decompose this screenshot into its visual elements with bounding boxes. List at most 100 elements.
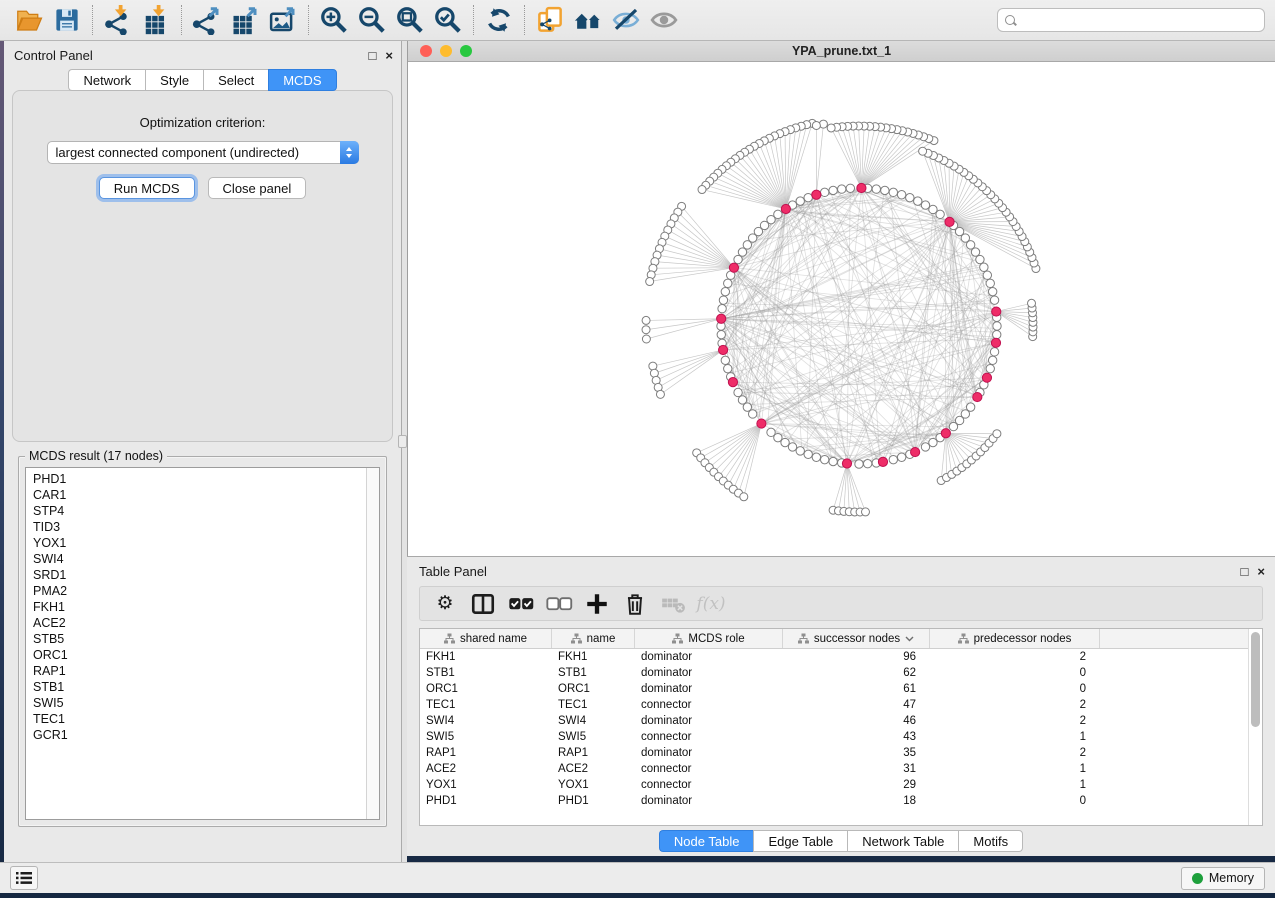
tab-network[interactable]: Network bbox=[68, 69, 145, 91]
tab-style[interactable]: Style bbox=[145, 69, 203, 91]
table-scrollbar-thumb[interactable] bbox=[1251, 632, 1260, 727]
table-cell: dominator bbox=[635, 649, 783, 665]
column-header-shared-name[interactable]: shared name bbox=[420, 629, 552, 648]
optimization-criterion-dropdown[interactable]: largest connected component (undirected) bbox=[47, 141, 359, 164]
splitter-handle-icon[interactable] bbox=[398, 435, 407, 448]
select-all-icon[interactable] bbox=[504, 589, 538, 619]
mcds-result-item[interactable]: FKH1 bbox=[33, 599, 366, 615]
table-cell: 0 bbox=[930, 665, 1100, 681]
mcds-result-item[interactable]: CAR1 bbox=[33, 487, 366, 503]
tab-edge-table[interactable]: Edge Table bbox=[753, 830, 847, 852]
search-input[interactable] bbox=[997, 8, 1265, 32]
save-session-icon[interactable] bbox=[48, 3, 86, 37]
import-table-icon[interactable] bbox=[137, 3, 175, 37]
mcds-result-item[interactable]: PHD1 bbox=[33, 471, 366, 487]
table-cell: ORC1 bbox=[420, 681, 552, 697]
table-row[interactable]: FKH1FKH1dominator962 bbox=[420, 649, 1248, 665]
mcds-result-item[interactable]: TID3 bbox=[33, 519, 366, 535]
table-cell: dominator bbox=[635, 793, 783, 809]
import-network-icon[interactable] bbox=[99, 3, 137, 37]
tab-select[interactable]: Select bbox=[203, 69, 268, 91]
mcds-result-scrollbar[interactable] bbox=[366, 468, 379, 819]
mcds-result-item[interactable]: STB1 bbox=[33, 679, 366, 695]
mcds-result-item[interactable]: PMA2 bbox=[33, 583, 366, 599]
show-all-icon[interactable] bbox=[645, 3, 683, 37]
close-panel-button[interactable]: Close panel bbox=[208, 177, 307, 199]
hide-selected-icon[interactable] bbox=[607, 3, 645, 37]
mcds-result-groupbox: MCDS result (17 nodes) PHD1CAR1STP4TID3Y… bbox=[18, 456, 387, 827]
table-scrollbar[interactable] bbox=[1248, 629, 1262, 825]
mcds-result-item[interactable]: SWI4 bbox=[33, 551, 366, 567]
tab-mcds[interactable]: MCDS bbox=[268, 69, 336, 91]
run-mcds-button[interactable]: Run MCDS bbox=[99, 177, 195, 199]
table-cell: 2 bbox=[930, 713, 1100, 729]
export-table-icon[interactable] bbox=[226, 3, 264, 37]
table-row[interactable]: SWI4SWI4dominator462 bbox=[420, 713, 1248, 729]
zoom-selected-icon[interactable] bbox=[429, 3, 467, 37]
apply-layout-icon[interactable] bbox=[480, 3, 518, 37]
add-icon[interactable] bbox=[580, 589, 614, 619]
mcds-result-item[interactable]: ORC1 bbox=[33, 647, 366, 663]
table-cell: YOX1 bbox=[420, 777, 552, 793]
export-image-icon[interactable] bbox=[264, 3, 302, 37]
table-row[interactable]: YOX1YOX1connector291 bbox=[420, 777, 1248, 793]
mcds-result-item[interactable]: GCR1 bbox=[33, 727, 366, 743]
mcds-result-item[interactable]: RAP1 bbox=[33, 663, 366, 679]
column-header-successor-nodes[interactable]: successor nodes bbox=[783, 629, 930, 648]
gear-icon[interactable]: ⚙ bbox=[428, 589, 462, 619]
zoom-out-icon[interactable] bbox=[353, 3, 391, 37]
table-cell: dominator bbox=[635, 681, 783, 697]
first-neighbors-icon[interactable] bbox=[569, 3, 607, 37]
tab-motifs[interactable]: Motifs bbox=[958, 830, 1023, 852]
toolbar-separator bbox=[308, 5, 309, 35]
delete-table-icon[interactable] bbox=[656, 589, 690, 619]
table-row[interactable]: TEC1TEC1connector472 bbox=[420, 697, 1248, 713]
mcds-result-item[interactable]: SRD1 bbox=[33, 567, 366, 583]
table-cell: SWI4 bbox=[552, 713, 635, 729]
mcds-result-item[interactable]: SWI5 bbox=[33, 695, 366, 711]
float-table-panel-icon[interactable]: □ bbox=[1241, 565, 1249, 578]
tab-node-table[interactable]: Node Table bbox=[659, 830, 754, 852]
network-canvas[interactable] bbox=[408, 62, 1275, 556]
table-toolbar: ⚙ f(x) bbox=[419, 586, 1263, 621]
optimization-criterion-label: Optimization criterion: bbox=[140, 115, 266, 130]
table-row[interactable]: ORC1ORC1dominator610 bbox=[420, 681, 1248, 697]
status-list-button[interactable] bbox=[10, 866, 38, 890]
column-header-MCDS-role[interactable]: MCDS role bbox=[635, 629, 783, 648]
table-row[interactable]: PHD1PHD1dominator180 bbox=[420, 793, 1248, 809]
table-row[interactable]: STB1STB1dominator620 bbox=[420, 665, 1248, 681]
table-row[interactable]: ACE2ACE2connector311 bbox=[420, 761, 1248, 777]
table-row[interactable]: SWI5SWI5connector431 bbox=[420, 729, 1248, 745]
float-panel-icon[interactable]: □ bbox=[369, 49, 377, 62]
export-network-icon[interactable] bbox=[188, 3, 226, 37]
mcds-result-item[interactable]: STP4 bbox=[33, 503, 366, 519]
mcds-result-item[interactable]: STB5 bbox=[33, 631, 366, 647]
mcds-result-item[interactable]: TEC1 bbox=[33, 711, 366, 727]
function-builder-icon[interactable]: f(x) bbox=[694, 589, 728, 619]
memory-button[interactable]: Memory bbox=[1181, 867, 1265, 890]
network-from-selection-icon[interactable] bbox=[531, 3, 569, 37]
zoom-fit-icon[interactable] bbox=[391, 3, 429, 37]
mcds-result-item[interactable]: ACE2 bbox=[33, 615, 366, 631]
close-panel-icon[interactable]: × bbox=[385, 49, 393, 62]
delete-icon[interactable] bbox=[618, 589, 652, 619]
close-table-panel-icon[interactable]: × bbox=[1257, 565, 1265, 578]
column-header-name[interactable]: name bbox=[552, 629, 635, 648]
column-header-predecessor-nodes[interactable]: predecessor nodes bbox=[930, 629, 1100, 648]
open-session-icon[interactable] bbox=[10, 3, 48, 37]
table-row[interactable]: RAP1RAP1dominator352 bbox=[420, 745, 1248, 761]
network-graph[interactable] bbox=[408, 62, 1275, 556]
application-window: Control Panel □ × NetworkStyleSelectMCDS… bbox=[0, 0, 1275, 893]
columns-icon[interactable] bbox=[466, 589, 500, 619]
deselect-all-icon[interactable] bbox=[542, 589, 576, 619]
zoom-in-icon[interactable] bbox=[315, 3, 353, 37]
table-panel-title: Table Panel bbox=[419, 564, 487, 579]
tab-network-table[interactable]: Network Table bbox=[847, 830, 958, 852]
mcds-result-item[interactable]: YOX1 bbox=[33, 535, 366, 551]
table-cell: 1 bbox=[930, 729, 1100, 745]
panel-splitter[interactable] bbox=[401, 41, 407, 862]
table-cell: 2 bbox=[930, 697, 1100, 713]
network-window-title: YPA_prune.txt_1 bbox=[408, 44, 1275, 58]
table-cell: connector bbox=[635, 777, 783, 793]
table-cell: 1 bbox=[930, 761, 1100, 777]
